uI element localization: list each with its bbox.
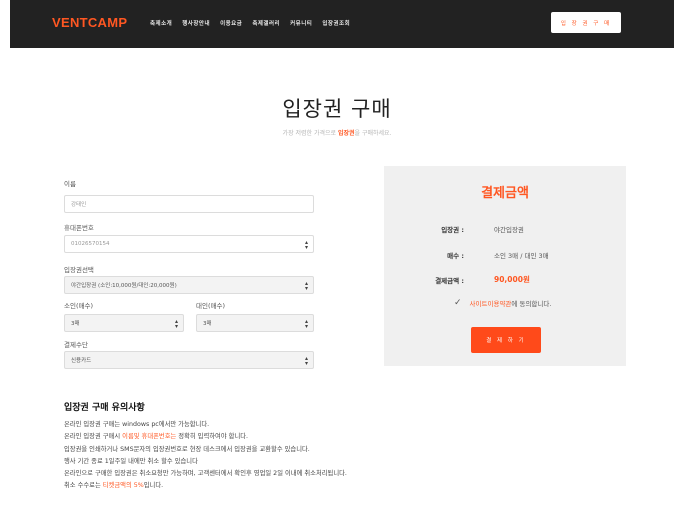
- subtitle-highlight: 입장권: [337, 130, 355, 137]
- child-count-label: 소인(매수): [64, 302, 93, 310]
- top-navbar: VENTCAMP 축제소개 행사장안내 이용요금 축제갤러리 커뮤니티 입장권조…: [10, 0, 674, 48]
- adult-count-select[interactable]: 3매 ▴ ▾: [196, 314, 314, 332]
- notice-highlight: 티켓금액의 5%: [102, 482, 144, 490]
- summary-count-key: 매수 :: [447, 252, 464, 260]
- notice-line: 취소 수수료는 티켓금액의 5%입니다.: [64, 480, 644, 492]
- notice-line: 온라인으로 구매한 입장권은 취소요청만 가능하며, 고객센터에서 확인후 영업…: [64, 470, 347, 478]
- notice-text: 입니다.: [143, 482, 164, 490]
- payment-select[interactable]: 신용카드 ▴ ▾: [64, 351, 314, 369]
- child-count-select[interactable]: 3매 ▴ ▾: [64, 314, 184, 332]
- summary-ticket-value: 야간입장권: [494, 226, 524, 234]
- payment-label: 결제수단: [64, 341, 88, 349]
- nav-item-ticket-lookup[interactable]: 입장권조회: [322, 19, 350, 27]
- page-title: 입장권 구매: [282, 97, 392, 121]
- ticket-label: 입장권선택: [64, 266, 94, 274]
- phone-input[interactable]: 01026570154 ▴ ▾: [64, 235, 314, 253]
- notice-line: 온라인 입장권 구매시 이름및 휴대폰번호는 정확히 입력하여야 합니다.: [64, 431, 644, 443]
- ticket-selected-value: 야간입장권 (소인:10,000원/대인:20,000원): [71, 283, 177, 289]
- summary-amount-value: 90,000원: [494, 275, 530, 284]
- nav-item-pricing[interactable]: 이용요금: [220, 19, 242, 27]
- notice-text: 온라인 입장권 구매시: [64, 433, 123, 441]
- buy-ticket-button[interactable]: 입 장 권 구 매: [551, 12, 621, 33]
- notice-text: 정확히 입력하여야 합니다.: [176, 433, 249, 441]
- select-arrows-icon: ▴ ▾: [304, 318, 308, 330]
- nav-item-festival-intro[interactable]: 축제소개: [150, 19, 172, 27]
- terms-rest: 에 동의합니다.: [511, 300, 552, 308]
- name-value: 강태인: [71, 202, 87, 208]
- pay-button-label: 결 제 하 기: [486, 338, 526, 344]
- payment-summary-panel: 결제금액 입장권 : 야간입장권 매수 : 소인 3매 / 대인 3매 결제금액…: [384, 166, 626, 366]
- phone-label: 휴대폰번호: [64, 224, 94, 232]
- summary-title: 결제금액: [481, 186, 529, 201]
- ticket-select[interactable]: 야간입장권 (소인:10,000원/대인:20,000원) ▴ ▾: [64, 276, 314, 294]
- summary-count-value: 소인 3매 / 대인 3매: [494, 252, 549, 260]
- payment-value: 신용카드: [71, 358, 92, 364]
- notice-text: 취소 수수료는: [64, 482, 103, 490]
- nav-item-community[interactable]: 커뮤니티: [290, 19, 312, 27]
- select-arrows-icon: ▴ ▾: [304, 280, 308, 292]
- nav-item-gallery[interactable]: 축제갤러리: [252, 19, 280, 27]
- child-count-value: 3매: [71, 321, 80, 327]
- adult-count-label: 대인(매수): [196, 302, 225, 310]
- adult-count-value: 3매: [203, 321, 212, 327]
- terms-agreement[interactable]: ✓ 사이트이용약관에 동의합니다.: [454, 298, 551, 308]
- notice-line: 입장권을 인쇄하거나 SMS문자의 입장권번호로 현장 데스크에서 입장권을 교…: [64, 445, 310, 453]
- terms-text: 사이트이용약관에 동의합니다.: [470, 298, 552, 308]
- subtitle-post: 을 구매하세요.: [354, 130, 392, 137]
- summary-ticket-key: 입장권 :: [441, 226, 464, 234]
- notice-highlight: 이름및 휴대폰번호는: [122, 433, 177, 441]
- subtitle-pre: 가장 저렴한 가격으로: [282, 130, 338, 137]
- site-logo[interactable]: VENTCAMP: [52, 15, 127, 30]
- buy-ticket-button-label: 입 장 권 구 매: [560, 20, 612, 27]
- page-subtitle: 가장 저렴한 가격으로 입장권을 구매하세요.: [0, 128, 674, 137]
- select-arrows-icon: ▴ ▾: [304, 355, 308, 367]
- check-icon[interactable]: ✓: [454, 298, 462, 308]
- stepper-icon[interactable]: ▴ ▾: [305, 240, 308, 251]
- summary-amount-key: 결제금액 :: [435, 277, 464, 285]
- notice-line: 온라인 입장권 구매는 windows pc에서만 가능합니다.: [64, 421, 210, 428]
- terms-link[interactable]: 사이트이용약관: [470, 300, 512, 308]
- name-input[interactable]: 강태인: [64, 195, 314, 213]
- purchase-notices: 입장권 구매 유의사항 온라인 입장권 구매는 windows pc에서만 가능…: [64, 400, 644, 493]
- main-nav: 축제소개 행사장안내 이용요금 축제갤러리 커뮤니티 입장권조회: [150, 19, 350, 27]
- select-arrows-icon: ▴ ▾: [174, 318, 178, 330]
- phone-value: 01026570154: [71, 241, 110, 247]
- pay-button[interactable]: 결 제 하 기: [471, 327, 541, 353]
- notice-line: 행사 기간 종료 1일주일 내에만 취소 할수 있습니다: [64, 457, 198, 465]
- name-label: 이름: [64, 180, 76, 188]
- notices-title: 입장권 구매 유의사항: [64, 403, 145, 413]
- nav-item-venue-guide[interactable]: 행사장안내: [182, 19, 210, 27]
